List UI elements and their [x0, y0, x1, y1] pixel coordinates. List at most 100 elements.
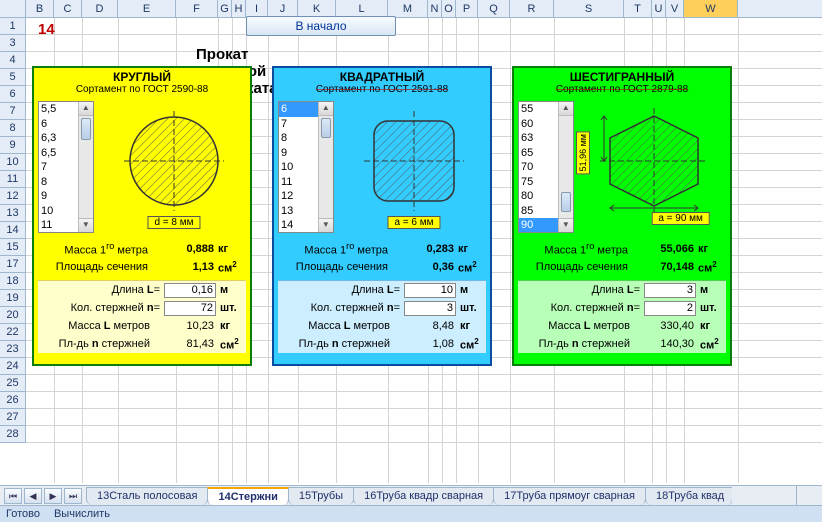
start-button[interactable]: В начало	[246, 16, 396, 36]
tab-last-icon[interactable]: ⏭	[64, 488, 82, 504]
sheet-tab[interactable]: 13Сталь полосовая	[86, 487, 208, 505]
row-header-4[interactable]: 4	[0, 52, 26, 69]
hex-length-input[interactable]: 3	[644, 283, 696, 298]
column-headers[interactable]: BCDEFGHIJKLMNOPQRSTUVW	[0, 0, 822, 18]
size-option[interactable]: 11	[39, 218, 78, 232]
col-header-H[interactable]: H	[232, 0, 246, 17]
col-header-T[interactable]: T	[624, 0, 652, 17]
size-option[interactable]: 13	[279, 204, 318, 219]
row-header-20[interactable]: 20	[0, 307, 26, 324]
hex-count-input[interactable]: 2	[644, 301, 696, 316]
scroll-thumb[interactable]	[561, 192, 571, 212]
row-header-13[interactable]: 13	[0, 205, 26, 222]
row-header-25[interactable]: 25	[0, 375, 26, 392]
col-header-W[interactable]: W	[684, 0, 738, 17]
col-header-S[interactable]: S	[554, 0, 624, 17]
row-header-24[interactable]: 24	[0, 358, 26, 375]
size-option[interactable]: 5,5	[39, 102, 78, 117]
scroll-thumb[interactable]	[81, 118, 91, 140]
col-header-K[interactable]: K	[298, 0, 336, 17]
scroll-down-icon[interactable]: ▼	[319, 218, 333, 232]
row-header-7[interactable]: 7	[0, 103, 26, 120]
square-count-input[interactable]: 3	[404, 301, 456, 316]
size-option[interactable]: 80	[519, 189, 558, 204]
size-option[interactable]: 10	[39, 204, 78, 219]
size-option[interactable]: 6	[279, 102, 318, 117]
sheet-tab[interactable]: 14Стержни	[207, 487, 288, 505]
col-header-E[interactable]: E	[118, 0, 176, 17]
row-header-27[interactable]: 27	[0, 409, 26, 426]
col-header-V[interactable]: V	[666, 0, 684, 17]
col-header-P[interactable]: P	[456, 0, 478, 17]
round-size-scrollbar[interactable]: ▲ ▼	[78, 102, 93, 232]
col-header-O[interactable]: O	[442, 0, 456, 17]
col-header-D[interactable]: D	[82, 0, 118, 17]
row-header-14[interactable]: 14	[0, 222, 26, 239]
hex-size-list[interactable]: 55606365707580859095 ▲ ▼	[518, 101, 574, 233]
row-header-1[interactable]: 1	[0, 18, 26, 35]
square-size-list[interactable]: 67891011121314 ▲ ▼	[278, 101, 334, 233]
round-count-input[interactable]: 72	[164, 301, 216, 316]
row-header-28[interactable]: 28	[0, 426, 26, 443]
row-header-17[interactable]: 17	[0, 256, 26, 273]
size-option[interactable]: 10	[279, 160, 318, 175]
col-header-Q[interactable]: Q	[478, 0, 510, 17]
row-header-22[interactable]: 22	[0, 324, 26, 341]
size-option[interactable]: 90	[519, 218, 558, 232]
col-header-I[interactable]: I	[246, 0, 268, 17]
row-header-18[interactable]: 18	[0, 273, 26, 290]
size-option[interactable]: 65	[519, 146, 558, 161]
row-header-9[interactable]: 9	[0, 137, 26, 154]
row-header-23[interactable]: 23	[0, 341, 26, 358]
horizontal-scrollbar[interactable]	[796, 485, 822, 505]
row-header-11[interactable]: 11	[0, 171, 26, 188]
size-option[interactable]: 7	[279, 117, 318, 132]
scroll-up-icon[interactable]: ▲	[319, 102, 333, 116]
size-option[interactable]: 9	[279, 146, 318, 161]
col-header-M[interactable]: M	[388, 0, 428, 17]
col-header-B[interactable]: B	[26, 0, 54, 17]
sheet-tab[interactable]: 17Труба прямоуг сварная	[493, 487, 646, 505]
tab-prev-icon[interactable]: ◀	[24, 488, 42, 504]
row-header-5[interactable]: 5	[0, 69, 26, 86]
size-option[interactable]: 7	[39, 160, 78, 175]
col-header-J[interactable]: J	[268, 0, 298, 17]
select-all-corner[interactable]	[0, 0, 26, 17]
row-header-6[interactable]: 6	[0, 86, 26, 103]
scroll-up-icon[interactable]: ▲	[559, 102, 573, 116]
scroll-thumb[interactable]	[321, 118, 331, 138]
size-option[interactable]: 8	[39, 175, 78, 190]
row-header-26[interactable]: 26	[0, 392, 26, 409]
sheet-tab[interactable]: 15Трубы	[288, 487, 354, 505]
size-option[interactable]: 9	[39, 189, 78, 204]
row-header-19[interactable]: 19	[0, 290, 26, 307]
size-option[interactable]: 8	[279, 131, 318, 146]
square-length-input[interactable]: 10	[404, 283, 456, 298]
row-header-12[interactable]: 12	[0, 188, 26, 205]
size-option[interactable]: 6	[39, 117, 78, 132]
size-option[interactable]: 55	[519, 102, 558, 117]
col-header-F[interactable]: F	[176, 0, 218, 17]
size-option[interactable]: 60	[519, 117, 558, 132]
tab-first-icon[interactable]: ⏮	[4, 488, 22, 504]
sheet-tab[interactable]: 16Труба квадр сварная	[353, 487, 494, 505]
size-option[interactable]: 12	[279, 189, 318, 204]
col-header-N[interactable]: N	[428, 0, 442, 17]
row-header-3[interactable]: 3	[0, 35, 26, 52]
round-length-input[interactable]: 0,16	[164, 283, 216, 298]
size-option[interactable]: 70	[519, 160, 558, 175]
scroll-down-icon[interactable]: ▼	[79, 218, 93, 232]
round-size-list[interactable]: 5,566,36,5789101112 ▲ ▼	[38, 101, 94, 233]
row-header-15[interactable]: 15	[0, 239, 26, 256]
size-option[interactable]: 14	[279, 218, 318, 232]
size-option[interactable]: 85	[519, 204, 558, 219]
scroll-up-icon[interactable]: ▲	[79, 102, 93, 116]
hex-size-scrollbar[interactable]: ▲ ▼	[558, 102, 573, 232]
scroll-down-icon[interactable]: ▼	[559, 218, 573, 232]
col-header-L[interactable]: L	[336, 0, 388, 17]
tab-next-icon[interactable]: ▶	[44, 488, 62, 504]
col-header-R[interactable]: R	[510, 0, 554, 17]
col-header-C[interactable]: C	[54, 0, 82, 17]
square-size-scrollbar[interactable]: ▲ ▼	[318, 102, 333, 232]
col-header-U[interactable]: U	[652, 0, 666, 17]
